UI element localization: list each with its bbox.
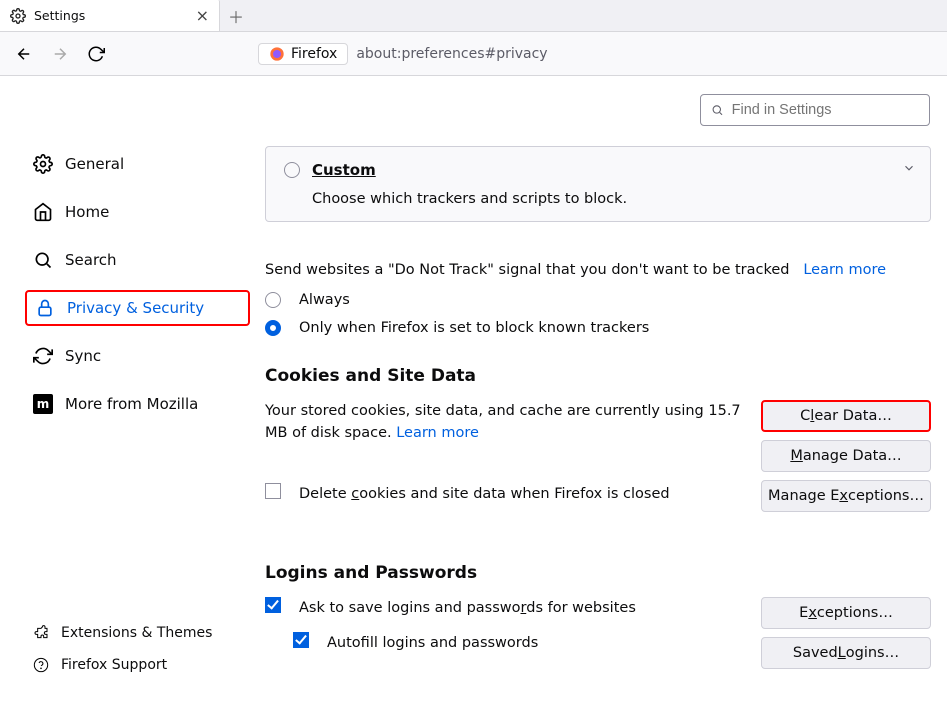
reload-button[interactable] [82,40,110,68]
custom-desc: Choose which trackers and scripts to blo… [312,191,627,207]
forward-button[interactable] [46,40,74,68]
sidebar-item-privacy[interactable]: Privacy & Security [25,290,250,326]
reload-icon [87,45,105,63]
sync-icon [33,346,53,366]
tab-settings[interactable]: Settings × [0,0,220,31]
puzzle-icon [33,625,49,641]
find-in-settings[interactable] [700,94,930,126]
sidebar-item-label: Home [65,203,109,221]
sidebar-firefox-support[interactable]: Firefox Support [25,649,250,681]
clear-data-button[interactable]: Clear Data… [761,400,931,432]
autofill-logins-label: Autofill logins and passwords [327,632,538,654]
sidebar-item-more-mozilla[interactable]: m More from Mozilla [25,386,250,422]
back-button[interactable] [10,40,38,68]
dnt-text: Send websites a "Do Not Track" signal th… [265,262,790,278]
manage-data-button[interactable]: Manage Data… [761,440,931,472]
sidebar-item-home[interactable]: Home [25,194,250,230]
custom-title: Custom [312,161,376,179]
url-bar[interactable]: Firefox about:preferences#privacy [258,43,548,65]
delete-on-close-label: Delete cookies and site data when Firefo… [299,483,670,505]
sidebar-item-general[interactable]: General [25,146,250,182]
sidebar-item-label: Search [65,251,117,269]
gear-icon [10,8,26,24]
lock-icon [35,298,55,318]
identity-label: Firefox [291,46,337,62]
manage-exceptions-button[interactable]: Manage Exceptions… [761,480,931,512]
search-input[interactable] [732,102,919,118]
radio-dnt-always[interactable] [265,292,281,308]
checkbox-delete-on-close[interactable] [265,483,281,499]
logins-exceptions-button[interactable]: Exceptions… [761,597,931,629]
chevron-down-icon [902,161,916,175]
tracking-custom-option[interactable]: Custom Choose which trackers and scripts… [265,146,931,222]
cookies-heading: Cookies and Site Data [265,366,931,386]
arrow-left-icon [15,45,33,63]
search-icon [33,250,53,270]
prefs-main: Custom Choose which trackers and scripts… [265,76,947,721]
sidebar-item-sync[interactable]: Sync [25,338,250,374]
sidebar-footer-label: Extensions & Themes [61,625,212,641]
tab-bar: Settings × ＋ [0,0,947,32]
radio-dnt-only-blocking[interactable] [265,320,281,336]
arrow-right-icon [51,45,69,63]
dnt-only-label: Only when Firefox is set to block known … [299,320,649,336]
saved-logins-button[interactable]: Saved Logins… [761,637,931,669]
mozilla-icon: m [33,394,53,414]
url-text: about:preferences#privacy [356,46,547,62]
dnt-learn-more-link[interactable]: Learn more [803,262,886,278]
sidebar-item-label: Sync [65,347,101,365]
help-icon [33,657,49,673]
home-icon [33,202,53,222]
identity-box[interactable]: Firefox [258,43,348,65]
sidebar-item-search[interactable]: Search [25,242,250,278]
close-icon[interactable]: × [196,8,209,24]
cookies-description: Your stored cookies, site data, and cach… [265,400,761,517]
sidebar-extensions-themes[interactable]: Extensions & Themes [25,617,250,649]
sidebar-footer-label: Firefox Support [61,657,167,673]
radio-custom[interactable] [284,162,300,178]
sidebar-item-label: More from Mozilla [65,395,198,413]
firefox-icon [269,46,285,62]
checkbox-ask-save-logins[interactable] [265,597,281,613]
ask-save-logins-label: Ask to save logins and passwords for web… [299,597,636,619]
sidebar-item-label: General [65,155,124,173]
cookies-learn-more-link[interactable]: Learn more [396,425,479,441]
logins-heading: Logins and Passwords [265,563,931,583]
gear-icon [33,154,53,174]
nav-toolbar: Firefox about:preferences#privacy [0,32,947,76]
dnt-always-label: Always [299,292,350,308]
search-icon [711,103,724,117]
category-sidebar: General Home Search Privacy & Security S… [0,76,265,721]
new-tab-button[interactable]: ＋ [220,0,252,32]
sidebar-item-label: Privacy & Security [67,299,204,317]
tab-title: Settings [34,8,188,23]
checkbox-autofill-logins[interactable] [293,632,309,648]
